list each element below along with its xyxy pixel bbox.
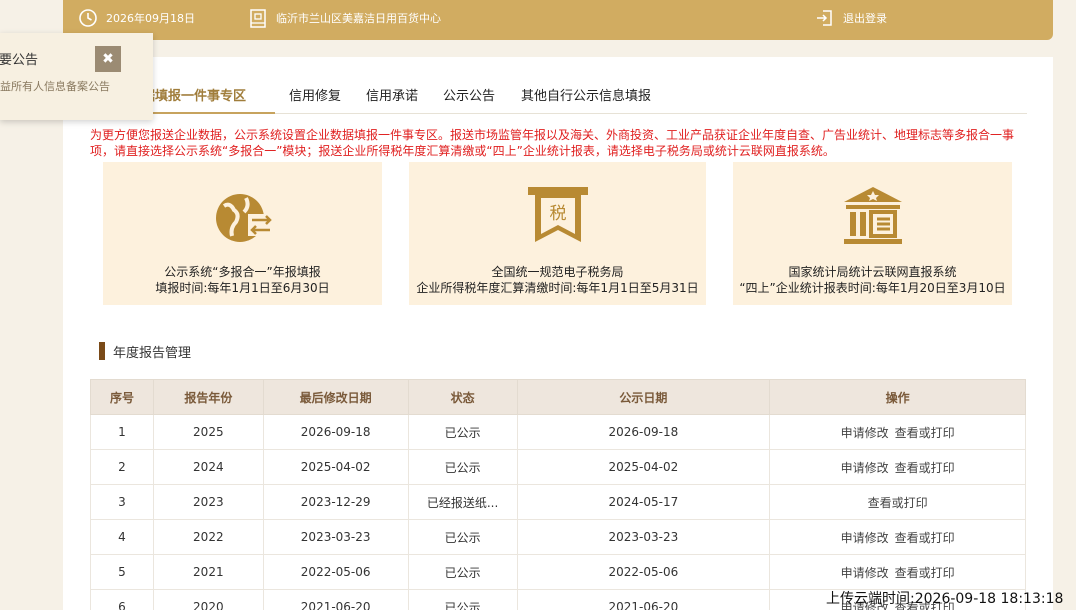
header-no: 序号 xyxy=(90,379,154,415)
apply-modify-link[interactable]: 申请修改 xyxy=(841,461,889,475)
cell-status: 已经报送纸... xyxy=(407,484,518,520)
view-print-link[interactable]: 查看或打印 xyxy=(895,426,955,440)
cell-no: 6 xyxy=(90,589,154,610)
cell-year: 2021 xyxy=(152,554,264,590)
cell-year: 2022 xyxy=(152,519,264,555)
section-title: 年度报告管理 xyxy=(113,345,192,361)
view-print-link[interactable]: 查看或打印 xyxy=(868,496,928,510)
cell-year: 2020 xyxy=(152,589,264,610)
tab-announcements[interactable]: 公示公告 xyxy=(443,85,495,104)
cell-actions: 申请修改 查看或打印 xyxy=(769,519,1026,555)
cell-status: 已公示 xyxy=(407,554,518,590)
top-bar: 2026年09月18日 临沂市兰山区美嘉洁日用百货中心 退出登录 xyxy=(63,0,1053,40)
view-print-link[interactable]: 查看或打印 xyxy=(895,531,955,545)
card-annual-report-title: 公示系统“多报合一”年报填报 xyxy=(164,265,321,279)
notice-title: 重要公告 xyxy=(0,53,39,68)
logout-icon xyxy=(817,10,832,26)
card-statistics-time: “四上”企业统计报表时间:每年1月20日至3月10日 xyxy=(739,281,1006,295)
tab-credit-commitment[interactable]: 信用承诺 xyxy=(366,85,418,104)
cell-status: 已公示 xyxy=(407,414,518,450)
government-building-icon xyxy=(843,187,902,244)
cell-actions: 申请修改 查看或打印 xyxy=(769,449,1026,485)
header-modified-date: 最后修改日期 xyxy=(262,379,409,415)
section-annual-reports: 年度报告管理 xyxy=(99,342,192,361)
cell-modified: 2022-05-06 xyxy=(262,554,409,590)
tab-other-disclosure[interactable]: 其他自行公示信息填报 xyxy=(521,85,651,104)
date-text: 2026年09月18日 xyxy=(106,12,195,25)
view-print-link[interactable]: 查看或打印 xyxy=(895,566,955,580)
section-marker xyxy=(99,342,105,360)
card-statistics[interactable]: 国家统计局统计云联网直报系统 “四上”企业统计报表时间:每年1月20日至3月10… xyxy=(733,162,1012,305)
intro-text: 为更方便您报送企业数据，公示系统设置企业数据填报一件事专区。报送市场监管年报以及… xyxy=(90,128,1015,158)
logout-label: 退出登录 xyxy=(843,12,887,25)
location-display: 临沂市兰山区美嘉洁日用百货中心 xyxy=(248,0,441,36)
cell-modified: 2023-03-23 xyxy=(262,519,409,555)
location-text: 临沂市兰山区美嘉洁日用百货中心 xyxy=(276,12,441,25)
apply-modify-link[interactable]: 申请修改 xyxy=(841,531,889,545)
building-icon xyxy=(250,9,266,28)
cell-status: 已公示 xyxy=(407,449,518,485)
card-tax-bureau[interactable]: 税 全国统一规范电子税务局 企业所得税年度汇算清缴时间:每年1月1日至5月31日 xyxy=(409,162,706,305)
notice-popup: 重要公告 ✖ 益所有人信息备案公告 xyxy=(0,33,153,120)
cell-year: 2023 xyxy=(152,484,264,520)
cell-year: 2024 xyxy=(152,449,264,485)
cell-no: 5 xyxy=(90,554,154,590)
logout-button[interactable]: 退出登录 xyxy=(815,0,887,36)
date-display: 2026年09月18日 xyxy=(78,0,195,36)
header-status: 状态 xyxy=(407,379,518,415)
cell-published: 2026-09-18 xyxy=(516,414,771,450)
cell-year: 2025 xyxy=(152,414,264,450)
cell-modified: 2026-09-18 xyxy=(262,414,409,450)
cell-no: 2 xyxy=(90,449,154,485)
globe-exchange-icon xyxy=(215,194,274,242)
cell-published: 2023-03-23 xyxy=(516,519,771,555)
apply-modify-link[interactable]: 申请修改 xyxy=(841,426,889,440)
table-row: 4 2022 2023-03-23 已公示 2023-03-23 申请修改 查看或… xyxy=(90,519,1026,555)
cell-status: 已公示 xyxy=(407,589,518,610)
cell-modified: 2023-12-29 xyxy=(262,484,409,520)
table-row: 1 2025 2026-09-18 已公示 2026-09-18 申请修改 查看或… xyxy=(90,414,1026,450)
annual-report-table: 序号 报告年份 最后修改日期 状态 公示日期 操作 1 2025 2026-09… xyxy=(90,379,1026,610)
header-year: 报告年份 xyxy=(152,379,264,415)
cell-published: 2024-05-17 xyxy=(516,484,771,520)
main-panel: 企业数据填报一件事专区 信用修复 信用承诺 公示公告 其他自行公示信息填报 为更… xyxy=(63,57,1053,610)
cell-modified: 2025-04-02 xyxy=(262,449,409,485)
apply-modify-link[interactable]: 申请修改 xyxy=(841,566,889,580)
table-row: 3 2023 2023-12-29 已经报送纸... 2024-05-17 查看… xyxy=(90,484,1026,520)
cell-modified: 2021-06-20 xyxy=(262,589,409,610)
table-header-row: 序号 报告年份 最后修改日期 状态 公示日期 操作 xyxy=(90,379,1026,415)
upload-timestamp-watermark: 上传云端时间:2026-09-18 18:13:18 xyxy=(826,591,1064,607)
card-tax-bureau-title: 全国统一规范电子税务局 xyxy=(491,265,624,279)
view-print-link[interactable]: 查看或打印 xyxy=(895,461,955,475)
tax-banner-icon: 税 xyxy=(527,187,588,242)
card-annual-report[interactable]: 公示系统“多报合一”年报填报 填报时间:每年1月1日至6月30日 xyxy=(103,162,382,305)
tab-credit-repair[interactable]: 信用修复 xyxy=(289,85,341,104)
cell-published: 2021-06-20 xyxy=(516,589,771,610)
header-publish-date: 公示日期 xyxy=(516,379,771,415)
cell-published: 2025-04-02 xyxy=(516,449,771,485)
cell-actions: 申请修改 查看或打印 xyxy=(769,414,1026,450)
notice-link[interactable]: 益所有人信息备案公告 xyxy=(0,78,153,94)
clock-icon xyxy=(79,9,97,27)
cell-no: 3 xyxy=(90,484,154,520)
cell-status: 已公示 xyxy=(407,519,518,555)
tab-bar: 企业数据填报一件事专区 信用修复 信用承诺 公示公告 其他自行公示信息填报 xyxy=(103,57,1027,114)
close-icon[interactable]: ✖ xyxy=(95,46,121,72)
cell-no: 4 xyxy=(90,519,154,555)
card-annual-report-time: 填报时间:每年1月1日至6月30日 xyxy=(155,281,330,295)
svg-text:税: 税 xyxy=(549,204,566,224)
table-row: 5 2021 2022-05-06 已公示 2022-05-06 申请修改 查看或… xyxy=(90,554,1026,590)
cell-actions: 申请修改 查看或打印 xyxy=(769,554,1026,590)
cell-actions: 查看或打印 xyxy=(769,484,1026,520)
table-row: 2 2024 2025-04-02 已公示 2025-04-02 申请修改 查看或… xyxy=(90,449,1026,485)
card-statistics-title: 国家统计局统计云联网直报系统 xyxy=(788,265,957,279)
card-tax-bureau-time: 企业所得税年度汇算清缴时间:每年1月1日至5月31日 xyxy=(416,281,699,295)
header-actions: 操作 xyxy=(769,379,1026,415)
cell-no: 1 xyxy=(90,414,154,450)
cell-published: 2022-05-06 xyxy=(516,554,771,590)
